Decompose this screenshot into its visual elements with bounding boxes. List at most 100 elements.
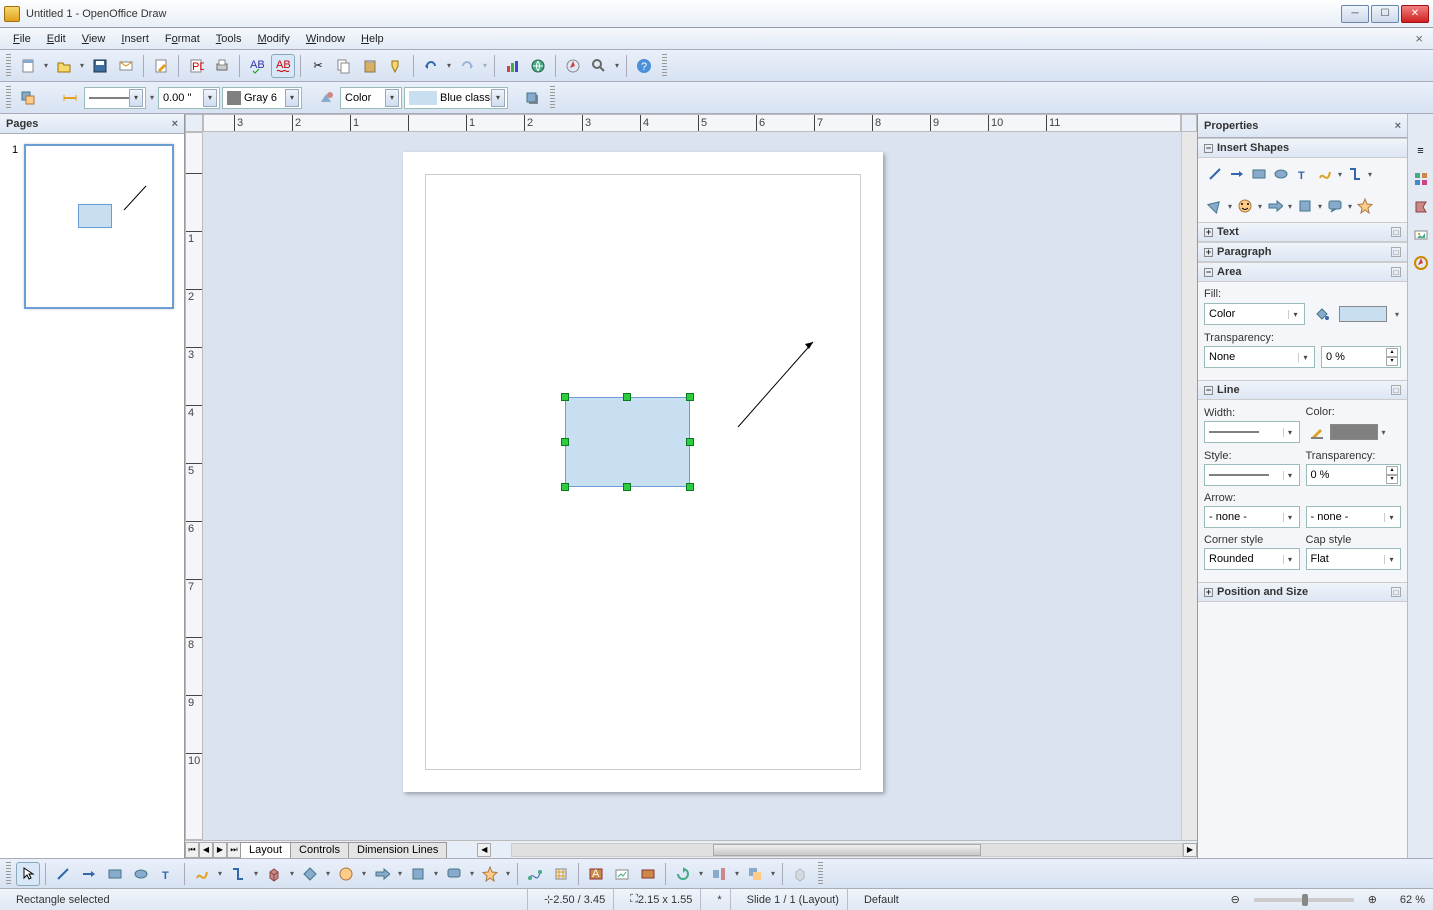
rectangle-icon[interactable] [1248,163,1270,185]
line-style-dropdown[interactable]: ▾ [148,86,156,110]
area-button[interactable] [314,86,338,110]
page-thumbnail[interactable] [24,144,174,309]
line-width-combo[interactable]: 0.00 " ▾ [158,87,220,109]
block-arrows-tool-dropdown[interactable]: ▾ [396,862,404,886]
tab-controls[interactable]: Controls [290,842,349,858]
zoom-out-icon[interactable]: ⊖ [1231,893,1240,906]
tab-nav-last[interactable]: ⏭ [227,842,241,858]
arrow-icon[interactable] [1226,163,1248,185]
properties-close-icon[interactable]: × [1395,120,1401,132]
align-tool-icon[interactable] [707,862,731,886]
drawing-viewport[interactable] [203,132,1181,840]
tab-nav-prev[interactable]: ◀ [199,842,213,858]
cap-style-select[interactable]: Flat▾ [1306,548,1402,570]
copy-button[interactable] [332,54,356,78]
vertical-ruler[interactable]: 1 2 3 4 5 6 7 8 9 10 [185,132,203,840]
menu-file[interactable]: File [6,31,38,47]
sidebar-properties-icon[interactable] [1410,168,1432,190]
toolbar-grip[interactable] [6,86,11,110]
gallery-tool-icon[interactable] [636,862,660,886]
line-color-dropdown[interactable]: ▾ [1380,420,1388,444]
arrow-tool-icon[interactable] [77,862,101,886]
block-arrows-tool-icon[interactable] [370,862,394,886]
section-text[interactable]: +Text □ [1198,222,1407,242]
symbol-shapes-tool-icon[interactable] [334,862,358,886]
callouts-tool-dropdown[interactable]: ▾ [468,862,476,886]
vertical-scrollbar[interactable] [1181,132,1197,840]
callouts-tool-icon[interactable] [442,862,466,886]
zoom-value[interactable]: 62 % [1385,894,1425,906]
hscroll-right[interactable]: ▶ [1183,843,1197,857]
zoom-dropdown[interactable]: ▾ [613,54,621,78]
basic-shapes-tool-icon[interactable] [298,862,322,886]
callouts-icon[interactable] [1324,195,1346,217]
toolbar-overflow[interactable] [662,54,667,78]
close-button[interactable]: ✕ [1401,5,1429,23]
block-arrows-dropdown[interactable]: ▾ [1286,194,1294,218]
zoom-button[interactable] [587,54,611,78]
line-style-combo[interactable]: ▾ [84,87,146,109]
selection-handle[interactable] [686,393,694,401]
menu-tools[interactable]: Tools [209,31,249,47]
tab-layout[interactable]: Layout [240,842,291,858]
text-icon[interactable]: T [1292,163,1314,185]
selected-rectangle-shape[interactable] [565,397,690,487]
from-file-tool-icon[interactable] [610,862,634,886]
save-button[interactable] [88,54,112,78]
rotate-tool-icon[interactable] [671,862,695,886]
points-tool-icon[interactable] [523,862,547,886]
stars-icon[interactable] [1354,195,1376,217]
selection-handle[interactable] [623,393,631,401]
open-button[interactable] [52,54,76,78]
drawing-page[interactable] [403,152,883,792]
fontwork-tool-icon[interactable]: A [584,862,608,886]
sidebar-styles-icon[interactable] [1410,196,1432,218]
hyperlink-button[interactable] [526,54,550,78]
print-button[interactable] [210,54,234,78]
symbol-shapes-icon[interactable] [1234,195,1256,217]
stars-tool-icon[interactable] [478,862,502,886]
corner-style-select[interactable]: Rounded▾ [1204,548,1300,570]
zoom-slider[interactable] [1254,898,1354,902]
arrange-tool-icon[interactable] [743,862,767,886]
line-transparency-spinner[interactable]: 0 %▴▾ [1306,464,1402,486]
maximize-button[interactable]: ☐ [1371,5,1399,23]
autospellcheck-button[interactable]: ABC [271,54,295,78]
selection-handle[interactable] [561,438,569,446]
connector-dropdown[interactable]: ▾ [1366,162,1374,186]
tab-dimension-lines[interactable]: Dimension Lines [348,842,447,858]
curve-icon[interactable] [1314,163,1336,185]
undo-dropdown[interactable]: ▾ [445,54,453,78]
curve-tool-icon[interactable] [190,862,214,886]
format-paintbrush-button[interactable] [384,54,408,78]
arrange-button[interactable] [16,86,40,110]
section-area[interactable]: −Area □ [1198,262,1407,282]
arrow-shape[interactable] [733,332,823,432]
tab-nav-next[interactable]: ▶ [213,842,227,858]
menu-insert[interactable]: Insert [114,31,156,47]
align-tool-dropdown[interactable]: ▾ [733,862,741,886]
arrow-start-select[interactable]: - none -▾ [1204,506,1300,528]
connector-tool-icon[interactable] [226,862,250,886]
arrow-end-select[interactable]: - none -▾ [1306,506,1402,528]
section-position-size[interactable]: +Position and Size □ [1198,582,1407,602]
rotate-tool-dropdown[interactable]: ▾ [697,862,705,886]
curve-tool-dropdown[interactable]: ▾ [216,862,224,886]
tab-nav-first[interactable]: ⏮ [185,842,199,858]
arrange-tool-dropdown[interactable]: ▾ [769,862,777,886]
line-color-combo[interactable]: Gray 6 ▾ [222,87,302,109]
block-arrows-icon[interactable] [1264,195,1286,217]
redo-button[interactable] [455,54,479,78]
selection-handle[interactable] [623,483,631,491]
toolbar-overflow[interactable] [550,86,555,110]
stars-tool-dropdown[interactable]: ▾ [504,862,512,886]
fill-mode-select[interactable]: Color▾ [1204,303,1305,325]
symbol-shapes-dropdown[interactable]: ▾ [1256,194,1264,218]
gluepoints-tool-icon[interactable] [549,862,573,886]
shadow-button[interactable] [520,86,544,110]
fill-color-combo[interactable]: Blue classic ▾ [404,87,508,109]
selection-handle[interactable] [686,483,694,491]
selection-handle[interactable] [686,438,694,446]
flowchart-icon[interactable] [1294,195,1316,217]
basic-shapes-tool-dropdown[interactable]: ▾ [324,862,332,886]
